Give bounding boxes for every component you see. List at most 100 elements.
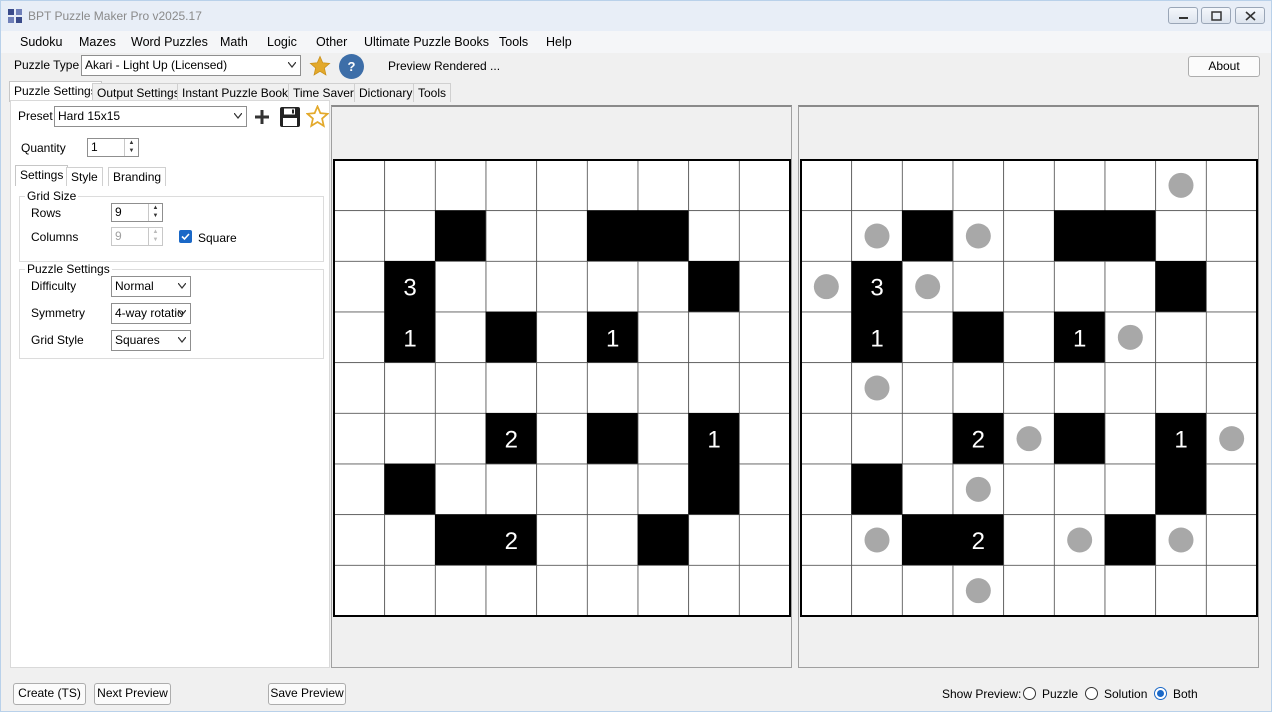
tab-tools[interactable]: Tools bbox=[413, 83, 452, 102]
white-cell bbox=[485, 564, 538, 617]
about-button[interactable]: About bbox=[1188, 56, 1260, 77]
white-cell bbox=[434, 159, 487, 212]
clue-number: 2 bbox=[972, 528, 985, 555]
add-preset-icon[interactable] bbox=[254, 109, 270, 125]
menu-other[interactable]: Other bbox=[309, 33, 354, 51]
white-cell bbox=[485, 159, 538, 212]
status-text: Preview Rendered ... bbox=[388, 59, 501, 73]
favorite-star-icon[interactable] bbox=[309, 55, 331, 77]
radio-both-label: Both bbox=[1173, 687, 1198, 701]
grid-style-label: Grid Style bbox=[31, 333, 84, 347]
white-cell bbox=[536, 362, 588, 414]
rows-stepper[interactable]: 9 ▲ ▼ bbox=[111, 203, 163, 222]
menu-tools[interactable]: Tools bbox=[492, 33, 535, 51]
maximize-button[interactable] bbox=[1201, 7, 1231, 24]
white-cell bbox=[738, 412, 791, 465]
white-cell bbox=[536, 260, 588, 313]
light-bulb bbox=[1016, 426, 1042, 452]
white-cell bbox=[1205, 514, 1258, 566]
save-preset-icon[interactable] bbox=[279, 106, 301, 128]
black-cell bbox=[637, 210, 690, 262]
black-cell bbox=[586, 412, 639, 465]
stepper-buttons[interactable]: ▲ ▼ bbox=[148, 204, 162, 221]
white-cell bbox=[901, 564, 954, 617]
symmetry-value: 4-way rotatio bbox=[115, 306, 184, 320]
quantity-value: 1 bbox=[91, 140, 98, 154]
difficulty-dropdown[interactable]: Normal bbox=[111, 276, 191, 297]
white-cell bbox=[901, 412, 954, 465]
stepper-up-icon: ▲ bbox=[152, 229, 159, 235]
black-cell bbox=[688, 260, 740, 313]
square-checkbox[interactable] bbox=[179, 230, 192, 243]
preset-label: Preset bbox=[18, 109, 53, 123]
tab-puzzle-settings[interactable]: Puzzle Settings bbox=[9, 81, 102, 102]
white-cell bbox=[637, 159, 690, 212]
title-bar: BPT Puzzle Maker Pro v2025.17 bbox=[1, 1, 1271, 31]
stepper-up-icon[interactable]: ▲ bbox=[149, 204, 162, 212]
white-cell bbox=[637, 311, 690, 364]
radio-solution[interactable] bbox=[1085, 687, 1098, 700]
menu-mazes[interactable]: Mazes bbox=[72, 33, 123, 51]
white-cell bbox=[536, 210, 588, 262]
rows-value: 9 bbox=[115, 205, 122, 219]
white-cell bbox=[536, 564, 588, 617]
white-cell bbox=[333, 159, 386, 212]
white-cell bbox=[800, 463, 853, 516]
grid-style-dropdown[interactable]: Squares bbox=[111, 330, 191, 351]
white-cell bbox=[952, 362, 1005, 414]
white-cell bbox=[688, 362, 740, 414]
menu-sudoku[interactable]: Sudoku bbox=[13, 33, 69, 51]
radio-puzzle[interactable] bbox=[1023, 687, 1036, 700]
white-cell bbox=[738, 210, 791, 262]
stepper-up-icon[interactable]: ▲ bbox=[125, 139, 138, 147]
white-cell bbox=[800, 311, 853, 364]
menu-logic[interactable]: Logic bbox=[260, 33, 304, 51]
black-cell bbox=[1104, 514, 1157, 566]
white-cell bbox=[1003, 564, 1055, 617]
white-cell bbox=[738, 564, 791, 617]
tab-dictionary[interactable]: Dictionary bbox=[354, 83, 418, 102]
white-cell bbox=[738, 260, 791, 313]
rows-label: Rows bbox=[31, 206, 62, 220]
subtab-style[interactable]: Style bbox=[66, 167, 103, 186]
light-bulb bbox=[864, 223, 890, 249]
radio-both[interactable] bbox=[1154, 687, 1167, 700]
next-preview-button[interactable]: Next Preview bbox=[94, 683, 171, 705]
puzzle-type-dropdown[interactable]: Akari - Light Up (Licensed) bbox=[81, 55, 301, 76]
white-cell bbox=[738, 463, 791, 516]
symmetry-dropdown[interactable]: 4-way rotatio bbox=[111, 303, 191, 324]
quantity-stepper[interactable]: 1 ▲ ▼ bbox=[87, 138, 139, 157]
light-bulb bbox=[1168, 172, 1194, 198]
subtab-settings[interactable]: Settings bbox=[15, 165, 69, 186]
black-cell bbox=[1053, 210, 1106, 262]
help-button[interactable]: ? bbox=[339, 54, 364, 79]
black-cell bbox=[637, 514, 690, 566]
stepper-buttons[interactable]: ▲ ▼ bbox=[124, 139, 138, 156]
create-button[interactable]: Create (TS) bbox=[13, 683, 86, 705]
white-cell bbox=[333, 514, 386, 566]
preset-value: Hard 15x15 bbox=[58, 109, 121, 123]
white-cell bbox=[1104, 362, 1157, 414]
app-window: BPT Puzzle Maker Pro v2025.17 Sudoku Maz… bbox=[0, 0, 1272, 712]
black-cell bbox=[586, 210, 639, 262]
minimize-button[interactable] bbox=[1168, 7, 1198, 24]
favorite-preset-star-icon[interactable] bbox=[306, 105, 329, 128]
white-cell bbox=[688, 159, 740, 212]
close-button[interactable] bbox=[1235, 7, 1265, 24]
menu-help[interactable]: Help bbox=[539, 33, 579, 51]
preset-dropdown[interactable]: Hard 15x15 bbox=[54, 106, 247, 127]
black-cell bbox=[1155, 260, 1207, 313]
white-cell bbox=[637, 463, 690, 516]
menu-math[interactable]: Math bbox=[213, 33, 255, 51]
white-cell bbox=[800, 210, 853, 262]
white-cell bbox=[434, 412, 487, 465]
stepper-down-icon[interactable]: ▼ bbox=[125, 147, 138, 155]
white-cell bbox=[851, 412, 903, 465]
white-cell bbox=[333, 564, 386, 617]
menu-ultimate-puzzle-books[interactable]: Ultimate Puzzle Books bbox=[357, 33, 496, 51]
subtab-branding[interactable]: Branding bbox=[108, 167, 167, 186]
save-preview-button[interactable]: Save Preview bbox=[268, 683, 346, 705]
white-cell bbox=[1003, 159, 1055, 212]
menu-word-puzzles[interactable]: Word Puzzles bbox=[124, 33, 215, 51]
stepper-down-icon[interactable]: ▼ bbox=[149, 212, 162, 220]
